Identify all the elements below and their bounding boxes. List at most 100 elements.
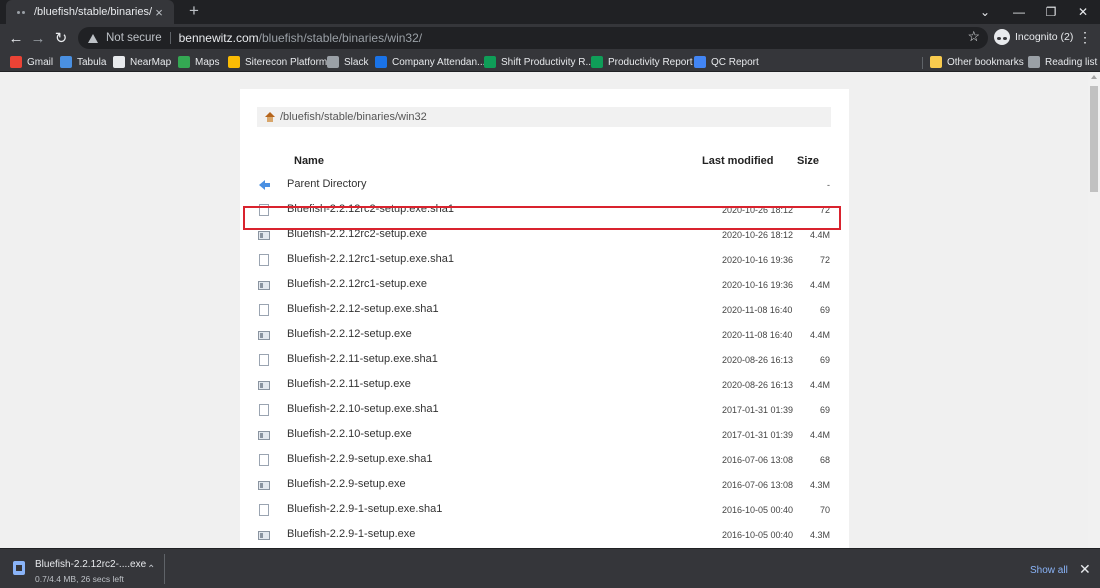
folder-icon (930, 56, 942, 68)
file-size: 72 (819, 205, 830, 215)
bookmark-maps[interactable]: Maps (178, 54, 219, 70)
text-file-icon (259, 304, 269, 316)
bookmark-company-attendance[interactable]: Company Attendan... (375, 54, 485, 70)
scroll-up-arrow-icon[interactable] (1091, 75, 1097, 79)
file-size: 4.3M (809, 480, 830, 490)
file-modified: 2020-10-26 18:12 (722, 205, 794, 215)
back-button[interactable]: ← (6, 28, 26, 48)
company-attendance-icon (375, 56, 387, 68)
home-icon[interactable] (265, 112, 275, 122)
table-row: Bluefish-2.2.11-setup.exe 2020-08-26 16:1… (242, 373, 840, 398)
breadcrumb-path[interactable]: /bluefish/stable/binaries/win32 (280, 111, 427, 123)
file-link[interactable]: Bluefish-2.2.9-1-setup.exe (287, 528, 415, 540)
file-link[interactable]: Bluefish-2.2.12rc1-setup.exe (287, 278, 427, 290)
download-divider (164, 554, 165, 584)
sheets-icon (484, 56, 496, 68)
file-link[interactable]: Bluefish-2.2.10-setup.exe.sha1 (287, 403, 439, 415)
bookmark-slack[interactable]: Slack (327, 54, 368, 70)
executable-file-icon (258, 231, 270, 240)
table-row: Bluefish-2.2.12rc2-setup.exe 2020-10-26 1… (242, 223, 840, 248)
incognito-label: Incognito (2) (1015, 31, 1074, 43)
file-modified: 2017-01-31 01:39 (722, 405, 794, 415)
table-row: Bluefish-2.2.12rc2-setup.exe.sha1 2020-10… (242, 198, 840, 223)
table-row: Bluefish-2.2.10-setup.exe.sha1 2017-01-31… (242, 398, 840, 423)
bookmark-nearmap[interactable]: NearMap (113, 54, 171, 70)
scrollbar-thumb[interactable] (1090, 86, 1098, 192)
other-bookmarks-folder[interactable]: Other bookmarks (930, 54, 1024, 70)
file-link[interactable]: Bluefish-2.2.12-setup.exe.sha1 (287, 303, 439, 315)
maximize-button[interactable]: ❐ (1034, 0, 1068, 24)
table-row: Bluefish-2.2.9-1-setup.exe.sha1 2016-10-0… (242, 498, 840, 523)
bookmark-tabula[interactable]: Tabula (60, 54, 106, 70)
table-row: Bluefish-2.2.12rc1-setup.exe 2020-10-16 1… (242, 273, 840, 298)
file-size: 69 (819, 305, 830, 315)
incognito-indicator[interactable]: Incognito (2) (994, 28, 1073, 46)
file-size: 4.4M (809, 230, 830, 240)
bookmark-productivity-report[interactable]: Productivity Report (591, 54, 692, 70)
new-tab-button[interactable]: + (184, 1, 204, 21)
bookmarks-divider (922, 57, 923, 69)
file-link[interactable]: Bluefish-2.2.10-setup.exe (287, 428, 412, 440)
text-file-icon (259, 354, 269, 366)
column-header-last-modified[interactable]: Last modified (702, 155, 774, 167)
bookmark-shift-productivity[interactable]: Shift Productivity R... (484, 54, 594, 70)
download-file-icon (13, 561, 25, 575)
table-row: Bluefish-2.2.10-setup.exe 2017-01-31 01:3… (242, 423, 840, 448)
show-all-downloads-link[interactable]: Show all (1030, 565, 1068, 576)
reload-button[interactable]: ↻ (51, 28, 71, 48)
menu-icon[interactable]: ⋮ (1078, 28, 1092, 46)
bookmark-qc-report[interactable]: QC Report (694, 54, 759, 70)
file-link[interactable]: Bluefish-2.2.9-setup.exe (287, 478, 406, 490)
not-secure-label[interactable]: Not secure (106, 32, 162, 44)
bookmark-siterecon[interactable]: Siterecon Platform (228, 54, 327, 70)
bookmark-gmail[interactable]: Gmail (10, 54, 53, 70)
download-filename[interactable]: Bluefish-2.2.12rc2-....exe (35, 559, 146, 570)
window-close-button[interactable]: ✕ (1066, 0, 1100, 24)
loading-icon (14, 7, 28, 17)
file-size: 4.3M (809, 530, 830, 540)
file-link[interactable]: Parent Directory (287, 178, 366, 190)
active-tab[interactable]: /bluefish/stable/binaries/win32 × (6, 0, 174, 24)
file-size: 69 (819, 405, 830, 415)
address-bar[interactable]: Not secure bennewitz.com /bluefish/stabl… (78, 27, 988, 49)
file-link[interactable]: Bluefish-2.2.9-1-setup.exe.sha1 (287, 503, 442, 515)
close-download-shelf-icon[interactable]: ✕ (1079, 561, 1091, 578)
text-file-icon (259, 254, 269, 266)
file-link[interactable]: Bluefish-2.2.12rc2-setup.exe (287, 228, 427, 240)
file-size: 72 (819, 255, 830, 265)
maps-icon (178, 56, 190, 68)
column-header-size[interactable]: Size (797, 155, 819, 167)
vertical-scrollbar[interactable] (1088, 72, 1100, 548)
executable-file-icon (258, 431, 270, 440)
file-link[interactable]: Bluefish-2.2.11-setup.exe.sha1 (287, 353, 438, 365)
file-modified: 2020-11-08 16:40 (722, 305, 793, 315)
file-modified: 2016-10-05 00:40 (722, 530, 794, 540)
table-row: Bluefish-2.2.9-1-setup.exe 2016-10-05 00:… (242, 523, 840, 548)
file-modified: 2016-10-05 00:40 (722, 505, 794, 515)
url-host: bennewitz.com (178, 31, 259, 45)
tab-close-icon[interactable]: × (152, 5, 166, 20)
executable-file-icon (258, 281, 270, 290)
file-link[interactable]: Bluefish-2.2.9-setup.exe.sha1 (287, 453, 433, 465)
file-size: 4.4M (809, 330, 830, 340)
file-modified: 2020-08-26 16:13 (722, 355, 794, 365)
directory-listing: /bluefish/stable/binaries/win32 Name Las… (240, 89, 849, 548)
warning-icon[interactable] (88, 33, 98, 43)
forward-button[interactable]: → (28, 28, 48, 48)
table-row: Bluefish-2.2.9-setup.exe.sha1 2016-07-06 … (242, 448, 840, 473)
file-size: 69 (819, 355, 830, 365)
file-link[interactable]: Bluefish-2.2.12rc2-setup.exe.sha1 (287, 203, 454, 215)
file-link[interactable]: Bluefish-2.2.11-setup.exe (287, 378, 411, 390)
file-size: 4.4M (809, 430, 830, 440)
minimize-button[interactable]: — (1002, 0, 1036, 24)
column-header-name[interactable]: Name (294, 155, 324, 167)
tab-search-icon[interactable]: ⌄ (968, 0, 1002, 24)
text-file-icon (259, 504, 269, 516)
bookmark-star-icon[interactable]: ☆ (967, 28, 980, 45)
file-modified: 2020-08-26 16:13 (722, 380, 794, 390)
file-link[interactable]: Bluefish-2.2.12rc1-setup.exe.sha1 (287, 253, 454, 265)
file-modified: 2016-07-06 13:08 (722, 455, 794, 465)
download-options-chevron-icon[interactable]: ⌃ (147, 564, 155, 575)
file-link[interactable]: Bluefish-2.2.12-setup.exe (287, 328, 412, 340)
reading-list-button[interactable]: Reading list (1028, 54, 1097, 70)
